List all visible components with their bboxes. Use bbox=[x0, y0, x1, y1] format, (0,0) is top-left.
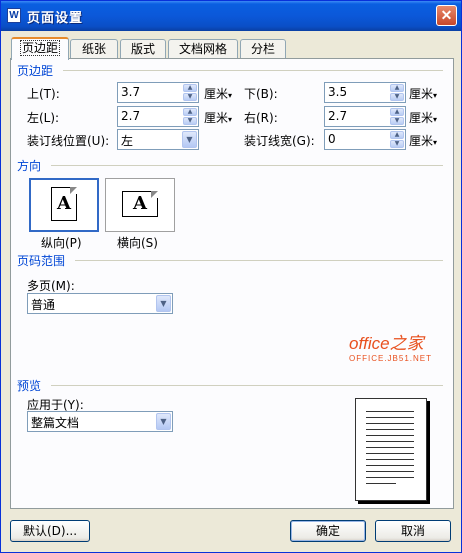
preview-text-line bbox=[366, 477, 414, 478]
page-setup-dialog: W 页面设置 ✕ 页边距 纸张 版式 文档网格 分栏 页边距 上(T): 3.7… bbox=[0, 0, 462, 553]
tab-panel-margins: 页边距 上(T): 3.7 ▲ ▼ 厘米▾ 下(B): 3.5 ▲ ▼ 厘米▾ 左(… bbox=[10, 58, 454, 509]
page-range-section-title: 页码范围 bbox=[17, 252, 69, 269]
chevron-down-icon[interactable]: ▼ bbox=[156, 413, 171, 430]
spin-up-icon[interactable]: ▲ bbox=[390, 84, 404, 92]
top-margin-input[interactable]: 3.7 ▲ ▼ bbox=[117, 82, 199, 103]
cancel-button[interactable]: 取消 bbox=[375, 520, 451, 542]
tab-columns[interactable]: 分栏 bbox=[240, 39, 286, 59]
default-button[interactable]: 默认(D)... bbox=[10, 520, 90, 542]
tab-paper[interactable]: 纸张 bbox=[70, 39, 118, 59]
spin-up-icon[interactable]: ▲ bbox=[390, 131, 404, 139]
right-margin-input[interactable]: 2.7 ▲ ▼ bbox=[324, 106, 406, 127]
bottom-margin-label: 下(B): bbox=[244, 87, 278, 101]
orientation-divider bbox=[51, 165, 443, 166]
preview-text-line bbox=[366, 435, 414, 436]
preview-text-line bbox=[366, 417, 414, 418]
page-range-divider bbox=[75, 260, 443, 261]
preview-text-line bbox=[366, 441, 414, 442]
tab-margins[interactable]: 页边距 bbox=[11, 37, 69, 60]
tab-layout[interactable]: 版式 bbox=[120, 39, 166, 59]
bottom-margin-unit[interactable]: 厘米▾ bbox=[409, 85, 437, 102]
page-preview bbox=[355, 398, 427, 501]
spin-down-icon[interactable]: ▼ bbox=[183, 93, 197, 101]
spin-down-icon[interactable]: ▼ bbox=[390, 117, 404, 125]
preview-divider bbox=[51, 385, 443, 386]
left-margin-label: 左(L): bbox=[27, 111, 60, 125]
gutter-width-label: 装订线宽(G): bbox=[244, 134, 315, 148]
orientation-section-title: 方向 bbox=[17, 157, 45, 174]
margins-section-title: 页边距 bbox=[17, 62, 57, 79]
left-margin-unit[interactable]: 厘米▾ bbox=[204, 109, 232, 126]
spin-up-icon[interactable]: ▲ bbox=[390, 108, 404, 116]
gutter-width-unit[interactable]: 厘米▾ bbox=[409, 132, 437, 149]
caret-down-icon: ▾ bbox=[228, 91, 233, 100]
bottom-margin-input[interactable]: 3.5 ▲ ▼ bbox=[324, 82, 406, 103]
preview-text-line bbox=[366, 483, 396, 484]
caret-down-icon: ▾ bbox=[433, 138, 438, 147]
preview-text-line bbox=[366, 447, 414, 448]
chevron-down-icon[interactable]: ▼ bbox=[156, 295, 171, 312]
top-margin-unit[interactable]: 厘米▾ bbox=[204, 85, 232, 102]
close-icon: ✕ bbox=[440, 7, 453, 23]
gutter-width-input[interactable]: 0 ▲ ▼ bbox=[324, 129, 406, 150]
gutter-position-label: 装订线位置(U): bbox=[27, 134, 110, 148]
caret-down-icon: ▾ bbox=[433, 115, 438, 124]
multiple-pages-select[interactable]: 普通 ▼ bbox=[27, 293, 173, 314]
preview-text-line bbox=[366, 453, 414, 454]
portrait-label[interactable]: 纵向(P) bbox=[41, 234, 82, 251]
preview-text-line bbox=[366, 465, 414, 466]
left-margin-input[interactable]: 2.7 ▲ ▼ bbox=[117, 106, 199, 127]
dialog-title: 页面设置 bbox=[27, 11, 84, 26]
landscape-option[interactable]: A bbox=[105, 178, 175, 232]
close-button[interactable]: ✕ bbox=[436, 5, 457, 26]
ok-button[interactable]: 确定 bbox=[290, 520, 366, 542]
preview-text-line bbox=[366, 411, 414, 412]
tab-document-grid[interactable]: 文档网格 bbox=[168, 39, 238, 59]
caret-down-icon: ▾ bbox=[433, 91, 438, 100]
spin-down-icon[interactable]: ▼ bbox=[390, 93, 404, 101]
spin-up-icon[interactable]: ▲ bbox=[183, 108, 197, 116]
landscape-page-icon: A bbox=[122, 191, 158, 217]
watermark-logo: office之家 OFFICE.JB51.NET bbox=[349, 334, 433, 363]
preview-text-line bbox=[366, 423, 414, 424]
preview-text-line bbox=[366, 471, 414, 472]
chevron-down-icon[interactable]: ▼ bbox=[182, 131, 197, 148]
spin-down-icon[interactable]: ▼ bbox=[390, 140, 404, 148]
title-bar[interactable]: W 页面设置 ✕ bbox=[1, 1, 461, 31]
spin-down-icon[interactable]: ▼ bbox=[183, 117, 197, 125]
right-margin-unit[interactable]: 厘米▾ bbox=[409, 109, 437, 126]
spin-up-icon[interactable]: ▲ bbox=[183, 84, 197, 92]
portrait-page-icon: A bbox=[51, 187, 77, 221]
preview-section-title: 预览 bbox=[17, 377, 45, 394]
preview-text-line bbox=[366, 459, 414, 460]
top-margin-label: 上(T): bbox=[27, 87, 60, 101]
portrait-option[interactable]: A bbox=[29, 178, 99, 232]
apply-to-select[interactable]: 整篇文档 ▼ bbox=[27, 411, 173, 432]
caret-down-icon: ▾ bbox=[228, 115, 233, 124]
right-margin-label: 右(R): bbox=[244, 111, 278, 125]
landscape-label[interactable]: 横向(S) bbox=[117, 234, 158, 251]
gutter-position-select[interactable]: 左 ▼ bbox=[117, 129, 199, 150]
margins-divider bbox=[63, 70, 443, 71]
multiple-pages-label: 多页(M): bbox=[27, 279, 75, 293]
wps-app-icon: W bbox=[7, 8, 21, 23]
preview-text-line bbox=[366, 429, 414, 430]
